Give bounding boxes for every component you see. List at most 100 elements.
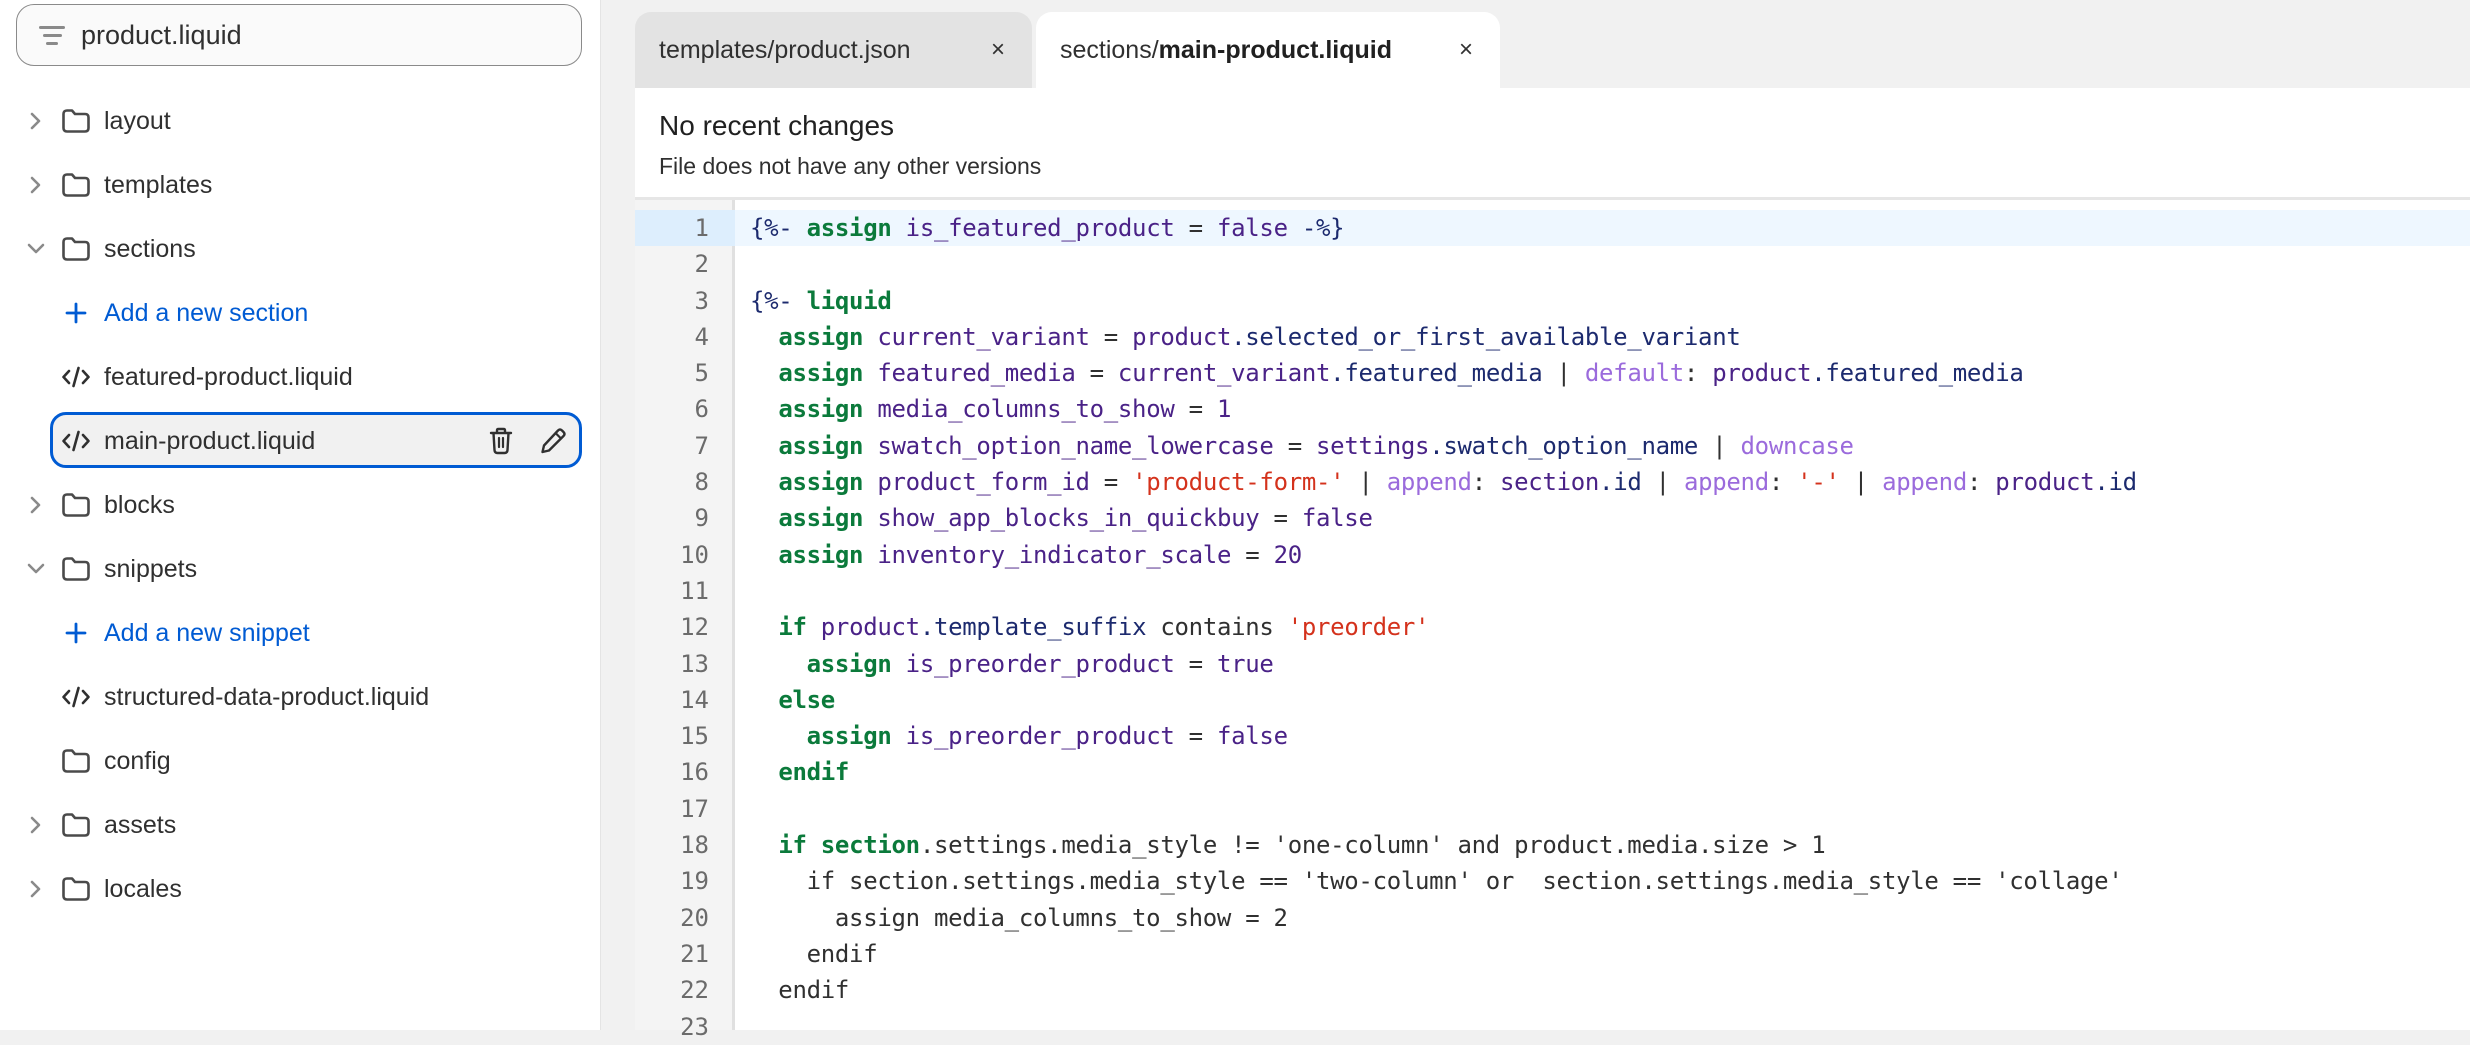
add-add-a-new-section[interactable]: Add a new section [0,281,600,345]
chevron-right-icon[interactable] [26,111,46,131]
code-line[interactable]: 5 assign featured_media = current_varian… [635,355,2470,391]
token-kw: assign [806,649,892,678]
close-icon[interactable]: × [986,36,1010,64]
token-var: is_preorder_product [905,649,1175,678]
token-delim: {%- [750,286,793,315]
token-str: 'preorder' [1287,613,1430,642]
file-search-field[interactable] [16,4,582,66]
chevron-right-icon[interactable] [26,495,46,515]
version-history: No recent changes File does not have any… [635,88,2470,200]
token-op [792,287,806,315]
code-line[interactable]: 8 assign product_form_id = 'product-form… [635,464,2470,500]
folder-icon [60,489,92,521]
token-op: = [1089,322,1133,351]
code-line[interactable]: 3 {%- liquid [635,283,2470,319]
code-line[interactable]: 13 assign is_preorder_product = true [635,646,2470,682]
token-op [863,432,877,460]
code-line[interactable]: 19 if section.settings.media_style == 't… [635,863,2470,899]
code-line[interactable]: 7 assign swatch_option_name_lowercase = … [635,428,2470,464]
chevron-down-icon[interactable] [26,559,46,579]
code-line[interactable]: 6 assign media_columns_to_show = 1 [635,391,2470,427]
file-featured-product-liquid[interactable]: featured-product.liquid [0,345,600,409]
token-prop: .featured_media [1811,359,2024,388]
file-structured-data-product-liquid[interactable]: structured-data-product.liquid [0,665,600,729]
token-var: 20 [1273,540,1303,569]
code-line[interactable]: 16 endif [635,754,2470,790]
chevron-right-icon[interactable] [26,879,46,899]
token-var: product [1132,322,1232,351]
tab-sections-main-product-liquid[interactable]: sections/main-product.liquid × [1036,12,1500,88]
folder-templates[interactable]: templates [0,153,600,217]
code-line[interactable]: 21 endif [635,936,2470,972]
token-op [750,722,807,750]
token-op: | [1698,431,1741,460]
tab-templates-product-json[interactable]: templates/product.json × [635,12,1032,88]
token-op [892,650,906,678]
file-search-input[interactable] [81,19,541,51]
history-subtitle: File does not have any other versions [659,153,1042,179]
rename-icon[interactable] [538,426,568,456]
chevron-right-icon[interactable] [26,175,46,195]
code-line[interactable]: 12 if product.template_suffix contains '… [635,609,2470,645]
line-number: 7 [694,431,709,460]
tree-item-label: assets [104,810,177,839]
code-line[interactable]: 9 assign show_app_blocks_in_quickbuy = f… [635,500,2470,536]
line-code: assign show_app_blocks_in_quickbuy = fal… [750,500,1373,536]
token-kw: assign [806,722,892,751]
token-op [750,831,778,859]
tab-label: sections/main-product.liquid [1060,36,1392,65]
line-number: 12 [680,613,709,642]
token-prop: .swatch_option_name [1429,431,1699,460]
line-number: 6 [694,395,709,424]
line-number: 21 [680,939,709,968]
filter-icon[interactable] [39,25,65,45]
code-file-icon [60,425,92,457]
file-main-product-liquid[interactable]: main-product.liquid [0,409,600,473]
delete-icon[interactable] [486,426,516,456]
token-prop: .id [1599,468,1642,497]
token-op [863,395,877,423]
code-line[interactable]: 4 assign current_variant = product.selec… [635,319,2470,355]
line-number: 20 [680,903,709,932]
folder-sections[interactable]: sections [0,217,600,281]
folder-icon [60,745,92,777]
line-code: {%- assign is_featured_product = false -… [750,210,1345,246]
code-line[interactable]: 23 [635,1009,2470,1045]
close-icon[interactable]: × [1454,36,1478,64]
token-op [1288,214,1302,242]
folder-config[interactable]: config [0,729,600,793]
add-add-a-new-snippet[interactable]: Add a new snippet [0,601,600,665]
code-line[interactable]: 1 {%- assign is_featured_product = false … [635,210,2470,247]
code-line[interactable]: 2 [635,246,2470,282]
folder-layout[interactable]: layout [0,89,600,153]
token-op [750,613,778,641]
chevron-down-icon[interactable] [26,239,46,259]
code-line[interactable]: 18 if section.settings.media_style != 'o… [635,827,2470,863]
code-line[interactable]: 15 assign is_preorder_product = false [635,718,2470,754]
line-number: 10 [680,540,709,569]
code-line[interactable]: 20 assign media_columns_to_show = 2 [635,900,2470,936]
tree-item-label: featured-product.liquid [104,362,353,391]
folder-snippets[interactable]: snippets [0,537,600,601]
token-kw: if [778,831,807,860]
code-line[interactable]: 22 endif [635,972,2470,1008]
folder-locales[interactable]: locales [0,857,600,921]
code-editor[interactable]: 1 {%- assign is_featured_product = false … [635,200,2470,1041]
folder-blocks[interactable]: blocks [0,473,600,537]
token-kw: assign [778,359,864,388]
token-str: '-' [1797,468,1840,497]
token-op: : [1966,468,1996,497]
folder-assets[interactable]: assets [0,793,600,857]
code-line[interactable]: 10 assign inventory_indicator_scale = 20 [635,537,2470,573]
code-line[interactable]: 14 else [635,682,2470,718]
chevron-right-icon[interactable] [26,815,46,835]
tree-item-label: Add a new snippet [104,618,310,647]
token-op: = [1075,359,1118,388]
token-var: section [1500,468,1600,497]
tab-path: sections/ [1060,35,1159,64]
plus-icon [60,297,92,329]
code-line[interactable]: 17 [635,791,2470,827]
code-lines[interactable]: 1 {%- assign is_featured_product = false … [635,210,2470,1045]
code-line[interactable]: 11 [635,573,2470,609]
line-code: if product.template_suffix contains 'pre… [750,609,1429,645]
